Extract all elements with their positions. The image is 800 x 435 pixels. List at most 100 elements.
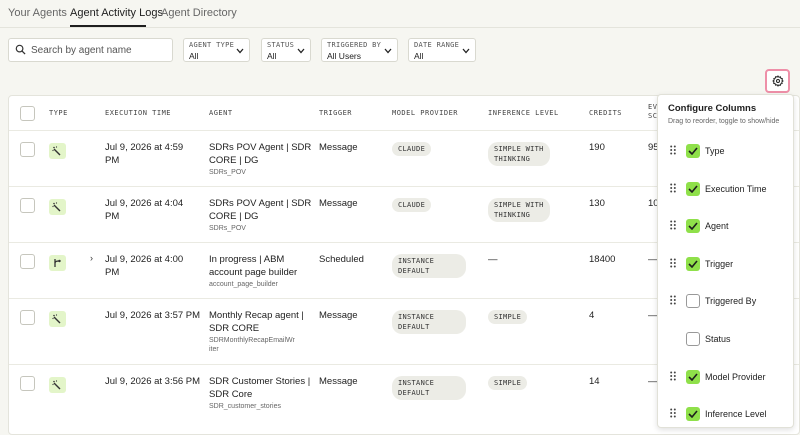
drag-handle-icon[interactable] bbox=[670, 220, 676, 230]
column-toggle-label: Inference Level bbox=[705, 409, 767, 419]
column-header[interactable]: EXECUTION TIME bbox=[105, 109, 171, 117]
credits: 18400 bbox=[589, 254, 616, 265]
wand-icon bbox=[52, 380, 61, 390]
filter-status[interactable]: STATUS All bbox=[261, 38, 311, 62]
agent-name[interactable]: In progress | ABM bbox=[209, 254, 284, 266]
column-toggle-execution-time[interactable]: Execution Time bbox=[658, 179, 793, 199]
checkmark-icon bbox=[688, 260, 698, 268]
column-toggle-model-provider[interactable]: Model Provider bbox=[658, 367, 793, 387]
column-checkbox[interactable] bbox=[686, 144, 700, 158]
column-checkbox[interactable] bbox=[686, 407, 700, 421]
select-all-checkbox[interactable] bbox=[20, 106, 35, 121]
agent-name[interactable]: Monthly Recap agent | bbox=[209, 310, 304, 322]
agent-name[interactable]: SDR Core bbox=[209, 389, 252, 401]
filter-agent-type[interactable]: AGENT TYPE All bbox=[183, 38, 250, 62]
filter-triggered-by[interactable]: TRIGGERED BY All Users bbox=[321, 38, 398, 62]
filter-value: All bbox=[267, 51, 277, 61]
inference-level: SIMPLE WITH bbox=[494, 201, 544, 209]
row-checkbox[interactable] bbox=[20, 376, 35, 391]
column-header[interactable]: TRIGGER bbox=[319, 109, 352, 117]
search-icon bbox=[15, 44, 26, 55]
checkmark-icon bbox=[688, 185, 698, 193]
row-checkbox[interactable] bbox=[20, 198, 35, 213]
agent-id: account_page_builder bbox=[209, 281, 278, 288]
tab-agent-activity-logs[interactable]: Agent Activity Logs bbox=[70, 7, 163, 19]
column-toggle-status[interactable]: Status bbox=[658, 329, 793, 349]
column-toggle-label: Model Provider bbox=[705, 372, 766, 382]
panel-subtitle: Drag to reorder, toggle to show/hide bbox=[668, 118, 780, 125]
agent-name[interactable]: SDR CORE bbox=[209, 323, 259, 335]
execution-time: Jul 9, 2026 at 4:00 bbox=[105, 254, 184, 265]
column-header[interactable]: CREDITS bbox=[589, 109, 622, 117]
agent-name[interactable]: SDRs POV Agent | SDR bbox=[209, 198, 311, 210]
inference-level-pill: SIMPLE bbox=[488, 310, 528, 324]
wand-icon bbox=[52, 202, 61, 212]
column-header[interactable]: TYPE bbox=[49, 109, 68, 117]
column-checkbox[interactable] bbox=[686, 332, 700, 346]
column-checkbox[interactable] bbox=[686, 182, 700, 196]
column-checkbox[interactable] bbox=[686, 370, 700, 384]
chevron-down-icon bbox=[384, 48, 392, 54]
drag-handle-icon[interactable] bbox=[670, 408, 676, 418]
column-toggle-inference-level[interactable]: Inference Level bbox=[658, 404, 793, 424]
column-header[interactable]: AGENT bbox=[209, 109, 233, 117]
expand-row-chevron[interactable]: › bbox=[90, 253, 93, 263]
checkmark-icon bbox=[688, 222, 698, 230]
inference-level: THINKING bbox=[494, 155, 531, 163]
column-toggle-triggered-by[interactable]: Triggered By bbox=[658, 291, 793, 311]
column-header[interactable]: INFERENCE LEVEL bbox=[488, 109, 559, 117]
inference-level-pill: SIMPLE WITH THINKING bbox=[488, 198, 550, 222]
column-checkbox[interactable] bbox=[686, 257, 700, 271]
drag-handle-icon[interactable] bbox=[670, 145, 676, 155]
drag-handle-icon[interactable] bbox=[670, 183, 676, 193]
search-input[interactable] bbox=[31, 42, 169, 59]
model-provider-pill: INSTANCE DEFAULT bbox=[392, 310, 466, 334]
inference-level-pill: SIMPLE WITH THINKING bbox=[488, 142, 550, 166]
gear-icon bbox=[772, 75, 784, 87]
chevron-down-icon bbox=[236, 48, 244, 54]
column-header[interactable]: MODEL PROVIDER bbox=[392, 109, 458, 117]
configure-columns-button[interactable] bbox=[765, 69, 790, 93]
model-provider-pill: CLAUDE bbox=[392, 142, 432, 156]
execution-time: Jul 9, 2026 at 3:56 PM bbox=[105, 376, 201, 387]
filter-value: All Users bbox=[327, 51, 362, 61]
credits: 4 bbox=[589, 310, 595, 321]
drag-handle-icon[interactable] bbox=[670, 258, 676, 268]
execution-time: PM bbox=[105, 267, 120, 278]
tab-agent-directory[interactable]: Agent Directory bbox=[161, 7, 237, 19]
column-toggle-agent[interactable]: Agent bbox=[658, 216, 793, 236]
column-checkbox[interactable] bbox=[686, 294, 700, 308]
column-toggle-label: Execution Time bbox=[705, 184, 767, 194]
drag-handle-icon[interactable] bbox=[670, 371, 676, 381]
type-badge bbox=[49, 377, 66, 393]
inference-level: THINKING bbox=[494, 211, 531, 219]
checkmark-icon bbox=[688, 373, 698, 381]
column-toggle-type[interactable]: Type bbox=[658, 141, 793, 161]
model-provider: CLAUDE bbox=[398, 201, 426, 209]
model-provider-pill: INSTANCE DEFAULT bbox=[392, 376, 466, 400]
checkmark-icon bbox=[688, 410, 698, 418]
type-badge bbox=[49, 199, 66, 215]
agent-name[interactable]: account page builder bbox=[209, 267, 297, 279]
agent-name[interactable]: SDRs POV Agent | SDR bbox=[209, 142, 311, 154]
active-tab-underline bbox=[70, 25, 146, 27]
wand-icon bbox=[52, 314, 61, 324]
column-toggle-label: Type bbox=[705, 146, 725, 156]
agent-name[interactable]: CORE | DG bbox=[209, 155, 258, 167]
inference-level: SIMPLE bbox=[494, 379, 522, 387]
column-toggle-trigger[interactable]: Trigger bbox=[658, 254, 793, 274]
column-checkbox[interactable] bbox=[686, 219, 700, 233]
row-checkbox[interactable] bbox=[20, 310, 35, 325]
drag-handle-icon[interactable] bbox=[670, 295, 676, 305]
agent-name[interactable]: SDR Customer Stories | bbox=[209, 376, 310, 388]
row-checkbox[interactable] bbox=[20, 142, 35, 157]
row-checkbox[interactable] bbox=[20, 254, 35, 269]
agent-name[interactable]: CORE | DG bbox=[209, 211, 258, 223]
tab-bar: Your Agents Agent Activity Logs Agent Di… bbox=[0, 0, 800, 28]
inference-level: SIMPLE WITH bbox=[494, 145, 544, 153]
panel-title: Configure Columns bbox=[668, 103, 757, 114]
type-badge bbox=[49, 311, 66, 327]
tab-your-agents[interactable]: Your Agents bbox=[8, 7, 67, 19]
filter-value: All bbox=[189, 51, 199, 61]
filter-date-range[interactable]: DATE RANGE All bbox=[408, 38, 476, 62]
